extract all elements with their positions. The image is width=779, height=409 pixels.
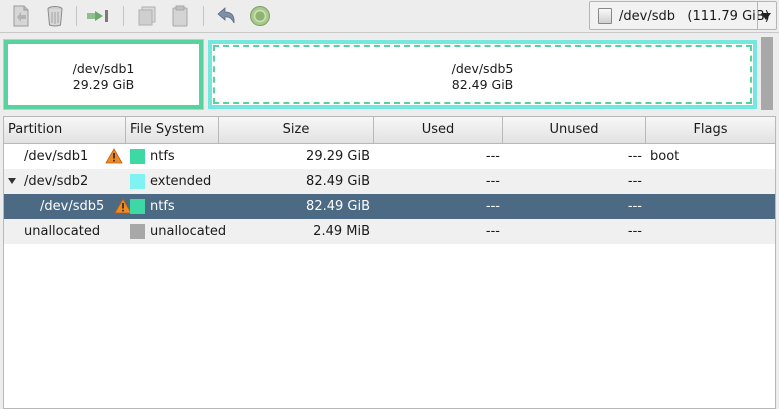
chevron-down-icon — [761, 13, 771, 20]
map-scrollbar[interactable] — [761, 37, 773, 110]
disk-icon — [598, 8, 612, 24]
unused: --- — [627, 224, 642, 239]
table-row[interactable]: /dev/sdb1 ntfs 29.29 GiB --- --- boot — [4, 144, 775, 169]
used: --- — [485, 199, 500, 214]
column-header-size[interactable]: Size — [219, 117, 374, 143]
used: --- — [485, 224, 500, 239]
device-selector[interactable]: /dev/sdb (111.79 GiB) — [589, 1, 777, 30]
column-header-unused[interactable]: Unused — [503, 117, 646, 143]
table-header: Partition File System Size Used Unused F… — [4, 117, 775, 144]
filesystem: unallocated — [150, 224, 227, 239]
partition-block-name: /dev/sdb5 — [451, 61, 514, 76]
resize-move-button[interactable] — [86, 3, 112, 29]
partition-block-size: 29.29 GiB — [72, 77, 135, 92]
size: 82.49 GiB — [306, 199, 370, 214]
filesystem: ntfs — [150, 149, 175, 164]
delete-button[interactable] — [42, 3, 68, 29]
filesystem-color-swatch — [130, 199, 145, 214]
unused: --- — [627, 199, 642, 214]
filesystem: ntfs — [150, 199, 175, 214]
copy-button[interactable] — [134, 3, 160, 29]
partition-block-size: 82.49 GiB — [451, 77, 514, 92]
flags: boot — [650, 149, 680, 164]
partition-block-name: /dev/sdb1 — [72, 61, 135, 76]
new-partition-button[interactable] — [8, 3, 34, 29]
column-header-filesystem[interactable]: File System — [126, 117, 219, 143]
partition-block-sdb1[interactable]: /dev/sdb1 29.29 GiB — [3, 39, 204, 110]
toolbar-separator — [203, 6, 204, 26]
partition-name: /dev/sdb1 — [24, 149, 89, 164]
unused: --- — [627, 174, 642, 189]
paste-icon — [172, 5, 188, 27]
filesystem-color-swatch — [130, 174, 145, 189]
column-header-flags[interactable]: Flags — [646, 117, 775, 143]
resize-move-icon — [87, 10, 108, 22]
partition-table: Partition File System Size Used Unused F… — [3, 116, 776, 409]
partition-block-sdb5[interactable]: /dev/sdb5 82.49 GiB — [208, 40, 757, 109]
device-selector-divider — [757, 2, 758, 29]
device-label: /dev/sdb (111.79 GiB) — [619, 9, 770, 24]
table-row-selected[interactable]: /dev/sdb5 ntfs 82.49 GiB --- --- — [4, 194, 775, 219]
toolbar: /dev/sdb (111.79 GiB) — [0, 0, 779, 33]
partition-name: unallocated — [24, 224, 101, 239]
expander-triangle-icon[interactable] — [8, 178, 16, 184]
filesystem-color-swatch — [130, 149, 145, 164]
table-row[interactable]: /dev/sdb2 extended 82.49 GiB --- --- — [4, 169, 775, 194]
size: 2.49 MiB — [313, 224, 370, 239]
size: 82.49 GiB — [306, 174, 370, 189]
apply-icon — [250, 6, 270, 26]
filesystem: extended — [150, 174, 212, 189]
new-partition-icon — [13, 5, 29, 27]
undo-icon — [217, 7, 235, 24]
table-row[interactable]: unallocated unallocated 2.49 MiB --- --- — [4, 219, 775, 244]
toolbar-separator — [123, 6, 124, 26]
partition-name: /dev/sdb2 — [24, 174, 89, 189]
undo-button[interactable] — [213, 3, 239, 29]
filesystem-color-swatch — [130, 224, 145, 239]
column-header-partition[interactable]: Partition — [4, 117, 126, 143]
copy-icon — [138, 6, 156, 26]
used: --- — [485, 149, 500, 164]
size: 29.29 GiB — [306, 149, 370, 164]
apply-button[interactable] — [247, 3, 273, 29]
paste-button[interactable] — [167, 3, 193, 29]
toolbar-separator — [76, 6, 77, 26]
trash-icon — [47, 6, 63, 27]
warning-icon — [105, 148, 123, 164]
column-header-used[interactable]: Used — [374, 117, 503, 143]
partition-name: /dev/sdb5 — [40, 199, 105, 214]
unused: --- — [627, 149, 642, 164]
used: --- — [485, 174, 500, 189]
